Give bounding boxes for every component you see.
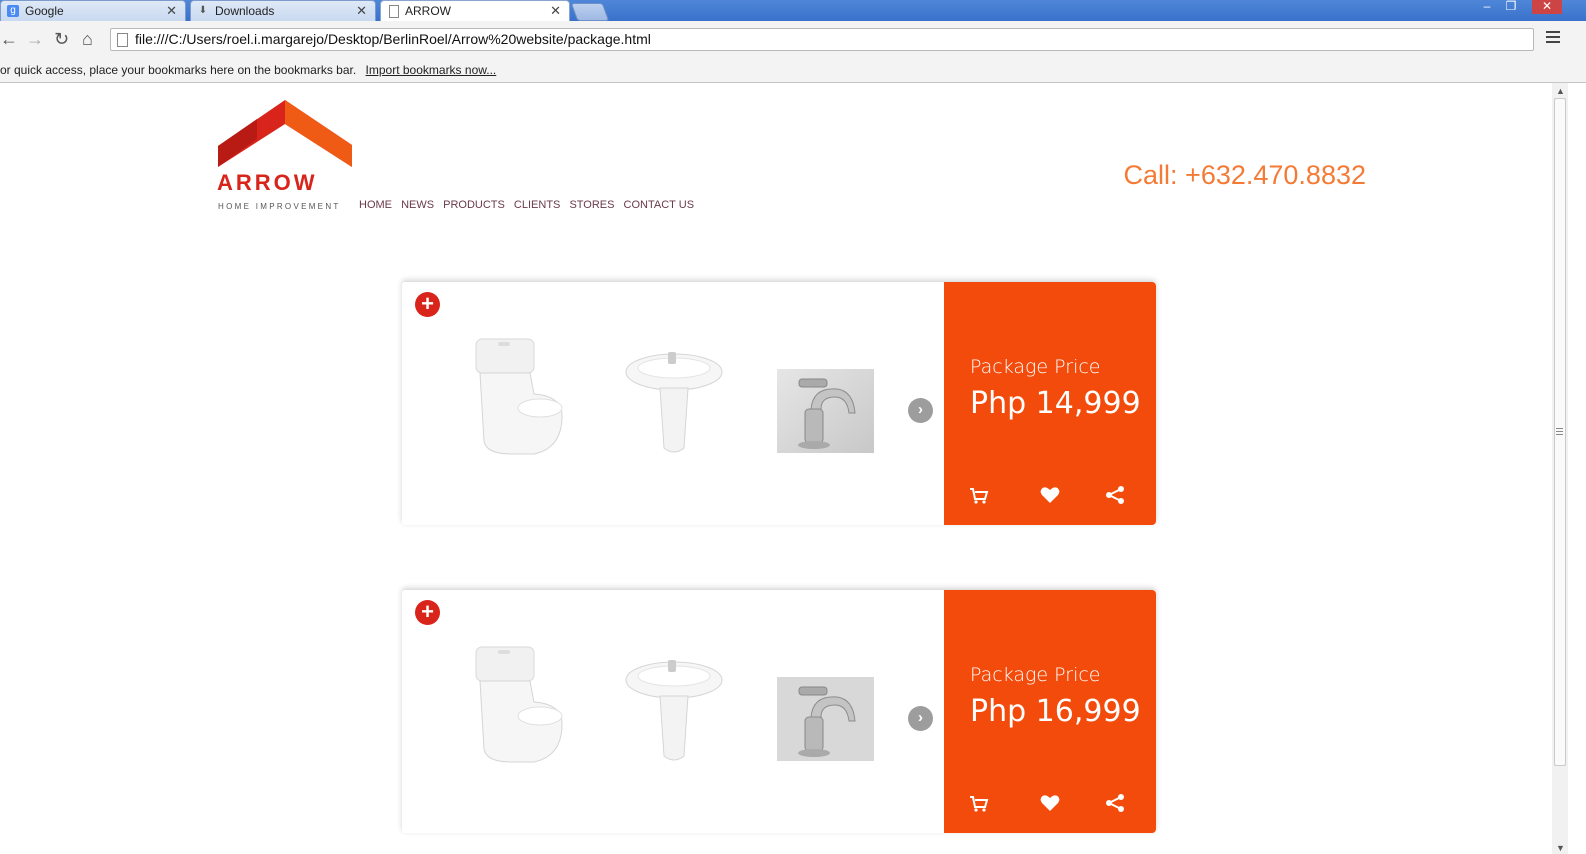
price-panel: Package Price Php 14,999 (944, 282, 1156, 525)
bookmarks-hint: or quick access, place your bookmarks he… (0, 63, 357, 77)
package-card: + › Package Price Php 14,999 (402, 282, 1156, 525)
new-tab-button[interactable] (570, 3, 610, 21)
price-value: Php 14,999 (970, 386, 1141, 421)
chevron-right-icon[interactable]: › (908, 706, 933, 731)
close-icon[interactable]: ✕ (356, 1, 367, 21)
tab-title: Google (25, 4, 64, 18)
scroll-down-icon[interactable]: ▼ (1556, 843, 1565, 853)
scroll-grip-icon (1556, 428, 1563, 437)
tab-title: Downloads (215, 4, 275, 18)
share-icon[interactable] (1104, 792, 1126, 814)
google-icon: g (7, 5, 19, 17)
tab-google[interactable]: g Google ✕ (0, 0, 186, 21)
nav-stores[interactable]: STORES (569, 199, 614, 211)
nav-contact-us[interactable]: CONTACT US (624, 199, 695, 211)
logo-tagline: HOME IMPROVEMENT (218, 202, 341, 211)
arrow-logo-roof[interactable] (217, 99, 357, 217)
pedestal-sink-image (625, 352, 723, 453)
chevron-right-icon[interactable]: › (908, 398, 933, 423)
price-label: Package Price (970, 356, 1101, 378)
call-number: Call: +632.470.8832 (1123, 160, 1366, 190)
reload-icon[interactable]: ↻ (54, 28, 69, 50)
scroll-up-icon[interactable]: ▲ (1556, 86, 1565, 96)
minimize-icon[interactable]: – (1476, 0, 1498, 14)
menu-icon[interactable] (1546, 31, 1560, 46)
address-bar[interactable]: file:///C:/Users/roel.i.margarejo/Deskto… (110, 28, 1534, 51)
tab-arrow[interactable]: ARROW ✕ (380, 0, 570, 21)
nav-news[interactable]: NEWS (401, 199, 434, 211)
window-close-icon[interactable]: ✕ (1532, 0, 1562, 14)
tab-downloads[interactable]: ⬇ Downloads ✕ (190, 0, 376, 21)
restore-icon[interactable]: ❐ (1500, 0, 1522, 14)
bookmarks-bar: or quick access, place your bookmarks he… (0, 59, 1586, 83)
faucet-image (777, 677, 874, 761)
download-icon: ⬇ (198, 5, 208, 16)
main-nav: HOME NEWS PRODUCTS CLIENTS STORES CONTAC… (359, 199, 700, 211)
page-icon (117, 33, 128, 47)
add-icon[interactable]: + (415, 292, 440, 317)
close-icon[interactable]: ✕ (166, 1, 177, 21)
price-label: Package Price (970, 664, 1101, 686)
home-icon[interactable]: ⌂ (82, 28, 93, 50)
url-text: file:///C:/Users/roel.i.margarejo/Deskto… (135, 31, 651, 47)
heart-icon[interactable] (1039, 484, 1061, 506)
add-icon[interactable]: + (415, 600, 440, 625)
tab-title: ARROW (405, 4, 451, 18)
logo-wordmark: ARROW (217, 170, 318, 195)
nav-home[interactable]: HOME (359, 199, 392, 211)
heart-icon[interactable] (1039, 792, 1061, 814)
price-panel: Package Price Php 16,999 (944, 590, 1156, 833)
nav-clients[interactable]: CLIENTS (514, 199, 560, 211)
share-icon[interactable] (1104, 484, 1126, 506)
cart-icon[interactable] (968, 484, 990, 506)
forward-arrow-icon[interactable]: → (26, 28, 44, 50)
close-icon[interactable]: ✕ (550, 1, 561, 21)
back-arrow-icon[interactable]: ← (0, 28, 18, 50)
faucet-image (777, 369, 874, 453)
package-card: + › Package Price Php 16,999 (402, 590, 1156, 833)
page-icon (389, 5, 399, 18)
price-value: Php 16,999 (970, 694, 1141, 729)
import-bookmarks-link[interactable]: Import bookmarks now... (366, 63, 497, 77)
pedestal-sink-image (625, 660, 723, 761)
toilet-image (475, 338, 563, 455)
toilet-image (475, 646, 563, 763)
nav-products[interactable]: PRODUCTS (443, 199, 505, 211)
cart-icon[interactable] (968, 792, 990, 814)
